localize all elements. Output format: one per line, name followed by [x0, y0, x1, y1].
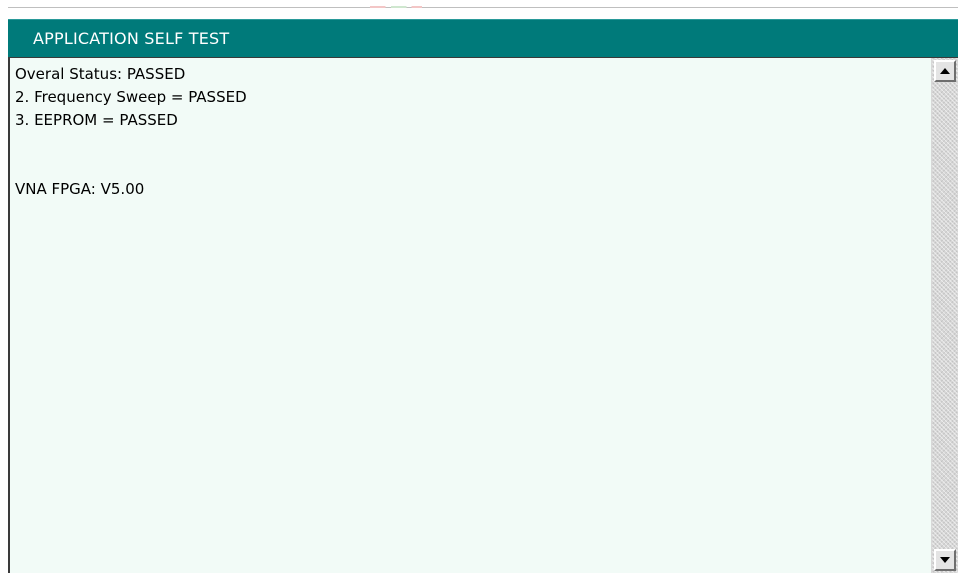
arrow-up-icon	[940, 68, 950, 74]
top-indicator-marks	[370, 6, 422, 8]
scroll-down-button[interactable]	[934, 549, 956, 571]
result-line-eeprom: 3. EEPROM = PASSED	[15, 111, 178, 129]
title-bar: APPLICATION SELF TEST	[8, 19, 958, 57]
scroll-up-button[interactable]	[934, 60, 956, 82]
window-title: APPLICATION SELF TEST	[33, 29, 230, 48]
results-list: Overal Status: PASSED 2. Frequency Sweep…	[15, 63, 247, 201]
arrow-down-icon	[940, 557, 950, 563]
vertical-scrollbar[interactable]	[931, 58, 958, 573]
result-line-frequency-sweep: 2. Frequency Sweep = PASSED	[15, 88, 247, 106]
result-line-blank-1	[15, 132, 247, 155]
page: APPLICATION SELF TEST Overal Status: PAS…	[0, 0, 958, 573]
result-line-vna-fpga: VNA FPGA: V5.00	[15, 180, 145, 198]
result-line-overall-status: Overal Status: PASSED	[15, 65, 186, 83]
result-line-blank-2	[15, 155, 247, 178]
self-test-window: APPLICATION SELF TEST Overal Status: PAS…	[8, 19, 958, 573]
results-panel: Overal Status: PASSED 2. Frequency Sweep…	[8, 57, 958, 573]
top-divider	[8, 7, 958, 8]
